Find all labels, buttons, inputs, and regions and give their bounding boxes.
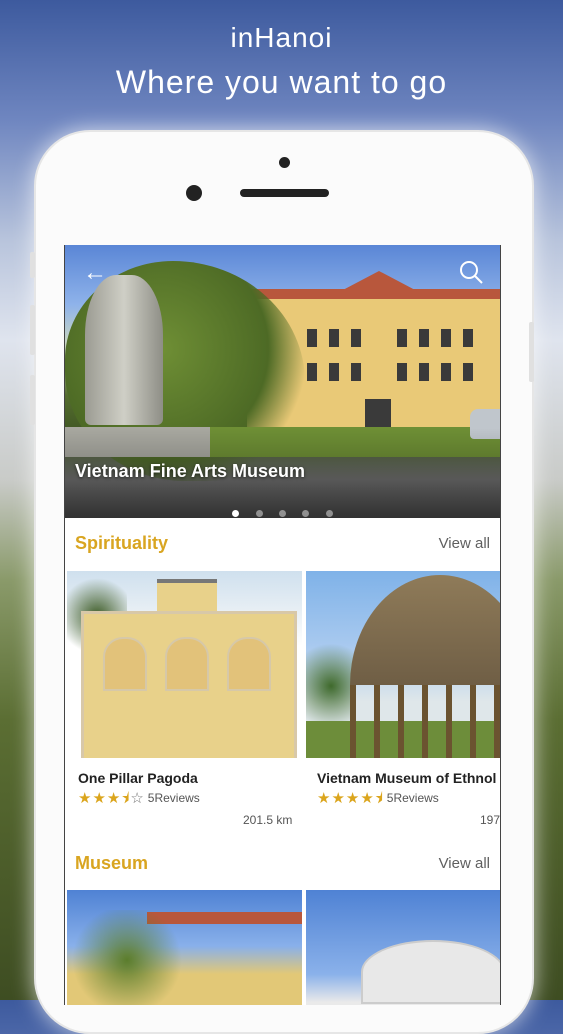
carousel-dot[interactable] bbox=[325, 510, 333, 517]
view-all-link[interactable]: View all bbox=[439, 855, 490, 872]
phone-speaker bbox=[240, 189, 329, 197]
carousel-dot[interactable] bbox=[232, 510, 240, 517]
section-title: Spirituality bbox=[75, 533, 169, 553]
star-filled-icon: ★ bbox=[106, 789, 121, 807]
star-filled-icon: ★ bbox=[92, 789, 106, 807]
phone-side-button bbox=[30, 252, 35, 278]
carousel-dot[interactable] bbox=[255, 510, 263, 517]
place-card[interactable] bbox=[67, 890, 302, 1005]
place-photo bbox=[306, 571, 500, 758]
phone-sensor bbox=[279, 157, 290, 168]
place-photo bbox=[67, 571, 302, 758]
rating-stars: ★ ★ ★ ⯨ ☆ 5Reviews bbox=[67, 790, 302, 806]
place-name: One Pillar Pagoda bbox=[78, 770, 198, 786]
star-filled-icon: ★ bbox=[317, 789, 331, 807]
section-header-spirituality: Spirituality View all bbox=[65, 533, 500, 563]
app-screen: ← Vietnam Fine Arts Museum Spirituality … bbox=[64, 245, 501, 1005]
star-filled-icon: ★ bbox=[78, 789, 92, 807]
hero-title[interactable]: Vietnam Fine Arts Museum bbox=[75, 461, 305, 482]
hero-carousel[interactable]: ← Vietnam Fine Arts Museum bbox=[65, 245, 500, 518]
phone-side-button bbox=[30, 305, 35, 355]
review-count: 5Reviews bbox=[147, 791, 200, 805]
search-icon[interactable] bbox=[458, 259, 484, 285]
section-header-museum: Museum View all bbox=[65, 853, 500, 883]
place-distance: 201.5 km bbox=[243, 813, 293, 827]
star-half-icon: ⯨ bbox=[374, 789, 383, 807]
star-half-icon: ⯨ bbox=[121, 789, 130, 807]
app-tagline: Where you want to go bbox=[115, 64, 448, 100]
carousel-dot[interactable] bbox=[302, 510, 310, 517]
place-card[interactable]: One Pillar Pagoda ★ ★ ★ ⯨ ☆ 5Reviews 201… bbox=[67, 571, 302, 827]
phone-side-button bbox=[30, 375, 35, 425]
star-empty-icon: ☆ bbox=[130, 789, 144, 807]
museum-list bbox=[65, 890, 500, 1005]
carousel-dot[interactable] bbox=[279, 510, 286, 517]
carousel-indicator bbox=[65, 504, 500, 522]
star-filled-icon: ★ bbox=[331, 789, 345, 807]
rating-stars: ★ ★ ★ ★ ⯨ 5Reviews bbox=[306, 789, 500, 807]
phone-side-button bbox=[529, 322, 534, 382]
star-filled-icon: ★ bbox=[360, 789, 374, 807]
place-photo bbox=[67, 890, 302, 1005]
review-count: 5Reviews bbox=[386, 791, 439, 805]
app-title: inHanoi bbox=[230, 22, 333, 53]
hero-photo-stele bbox=[85, 275, 163, 425]
star-filled-icon: ★ bbox=[345, 789, 360, 807]
back-arrow-icon[interactable]: ← bbox=[83, 261, 107, 285]
section-title: Museum bbox=[75, 853, 149, 873]
place-distance: 197 bbox=[480, 813, 501, 827]
spirituality-list: One Pillar Pagoda ★ ★ ★ ⯨ ☆ 5Reviews 201… bbox=[65, 571, 500, 831]
place-card[interactable]: Vietnam Museum of Ethnol ★ ★ ★ ★ ⯨ 5Revi… bbox=[306, 571, 501, 827]
phone-camera bbox=[186, 185, 202, 201]
place-name: Vietnam Museum of Ethnol bbox=[317, 770, 497, 786]
place-card[interactable] bbox=[306, 890, 500, 1005]
view-all-link[interactable]: View all bbox=[439, 535, 490, 552]
place-photo bbox=[306, 890, 500, 1005]
